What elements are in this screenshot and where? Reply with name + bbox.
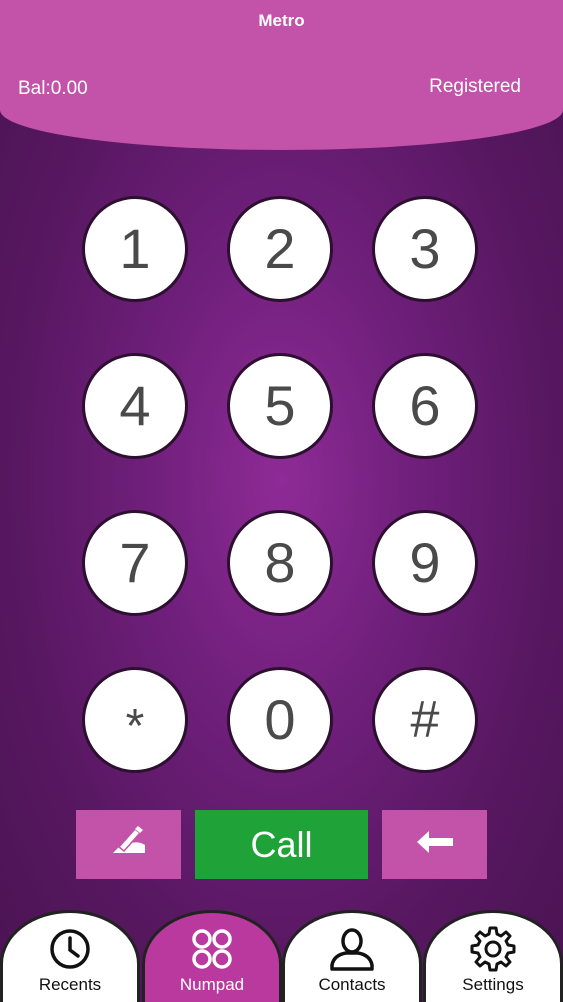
hand-writing-icon [109, 825, 149, 864]
key-5[interactable]: 5 [227, 353, 333, 459]
key-1[interactable]: 1 [82, 196, 188, 302]
call-label: Call [250, 823, 313, 865]
key-3[interactable]: 3 [372, 196, 478, 302]
key-label: # [410, 691, 440, 749]
tab-recents[interactable]: Recents [0, 910, 140, 1002]
key-star[interactable]: * [82, 667, 188, 773]
key-2[interactable]: 2 [227, 196, 333, 302]
tab-label: Numpad [179, 975, 245, 994]
key-label: 9 [409, 531, 441, 594]
clock-icon [48, 927, 92, 971]
call-button[interactable]: Call [195, 810, 368, 879]
key-label: 6 [409, 374, 441, 437]
key-hash[interactable]: # [372, 667, 478, 773]
header-bar: Metro Bal:0.00 Registered [0, 0, 563, 150]
key-label: * [125, 700, 145, 753]
tab-label: Contacts [318, 975, 386, 994]
key-0[interactable]: 0 [227, 667, 333, 773]
key-9[interactable]: 9 [372, 510, 478, 616]
balance-label: Bal:0.00 [18, 78, 88, 99]
registration-status: Registered [429, 76, 521, 97]
app-title: Metro [258, 11, 305, 30]
key-label: 2 [264, 217, 296, 280]
key-label: 7 [119, 531, 151, 594]
backspace-button[interactable] [382, 810, 487, 879]
key-4[interactable]: 4 [82, 353, 188, 459]
key-label: 1 [119, 217, 151, 280]
tab-label: Settings [462, 975, 524, 994]
backspace-arrow-icon [415, 829, 455, 860]
four-dots-icon [190, 927, 234, 971]
person-icon [328, 927, 376, 971]
tab-numpad[interactable]: Numpad [142, 910, 282, 1002]
key-label: 4 [119, 374, 151, 437]
gear-icon [470, 926, 516, 972]
tab-settings[interactable]: Settings [423, 910, 563, 1002]
tab-contacts[interactable]: Contacts [282, 910, 422, 1002]
key-7[interactable]: 7 [82, 510, 188, 616]
key-6[interactable]: 6 [372, 353, 478, 459]
key-8[interactable]: 8 [227, 510, 333, 616]
tab-label: Recents [38, 975, 102, 994]
key-label: 8 [264, 531, 296, 594]
key-label: 0 [264, 688, 296, 751]
key-label: 5 [264, 374, 296, 437]
key-label: 3 [409, 217, 441, 280]
write-button[interactable] [76, 810, 181, 879]
